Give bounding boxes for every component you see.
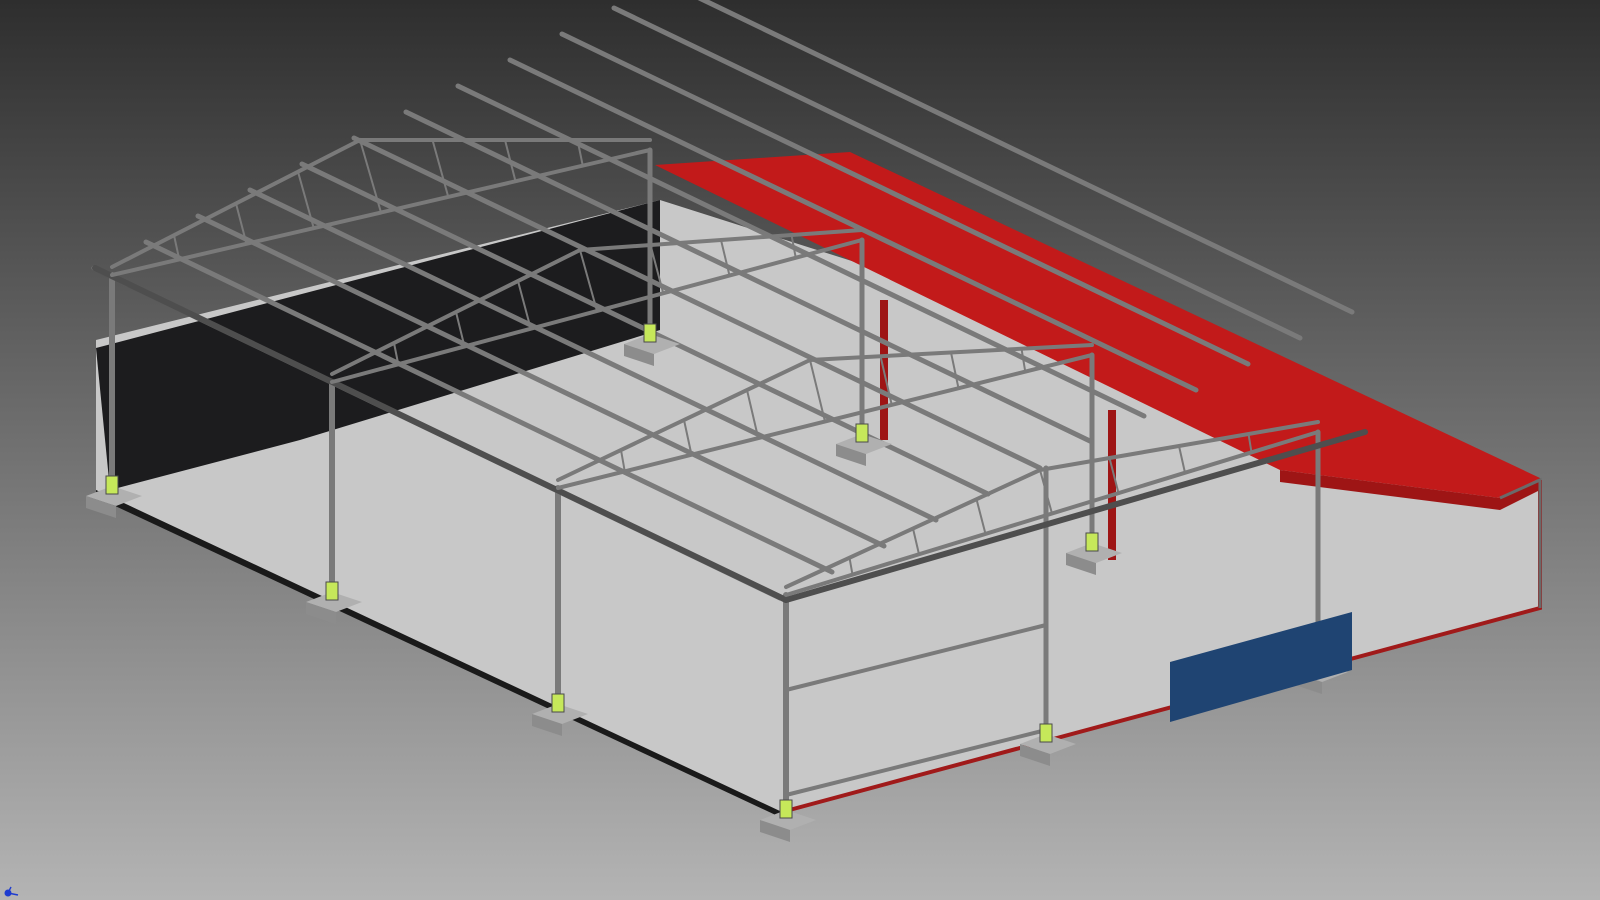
model-scene[interactable] — [0, 0, 1600, 900]
3d-viewport[interactable] — [0, 0, 1600, 900]
axis-triad-icon[interactable] — [2, 884, 20, 898]
red-column-2 — [1108, 410, 1116, 560]
